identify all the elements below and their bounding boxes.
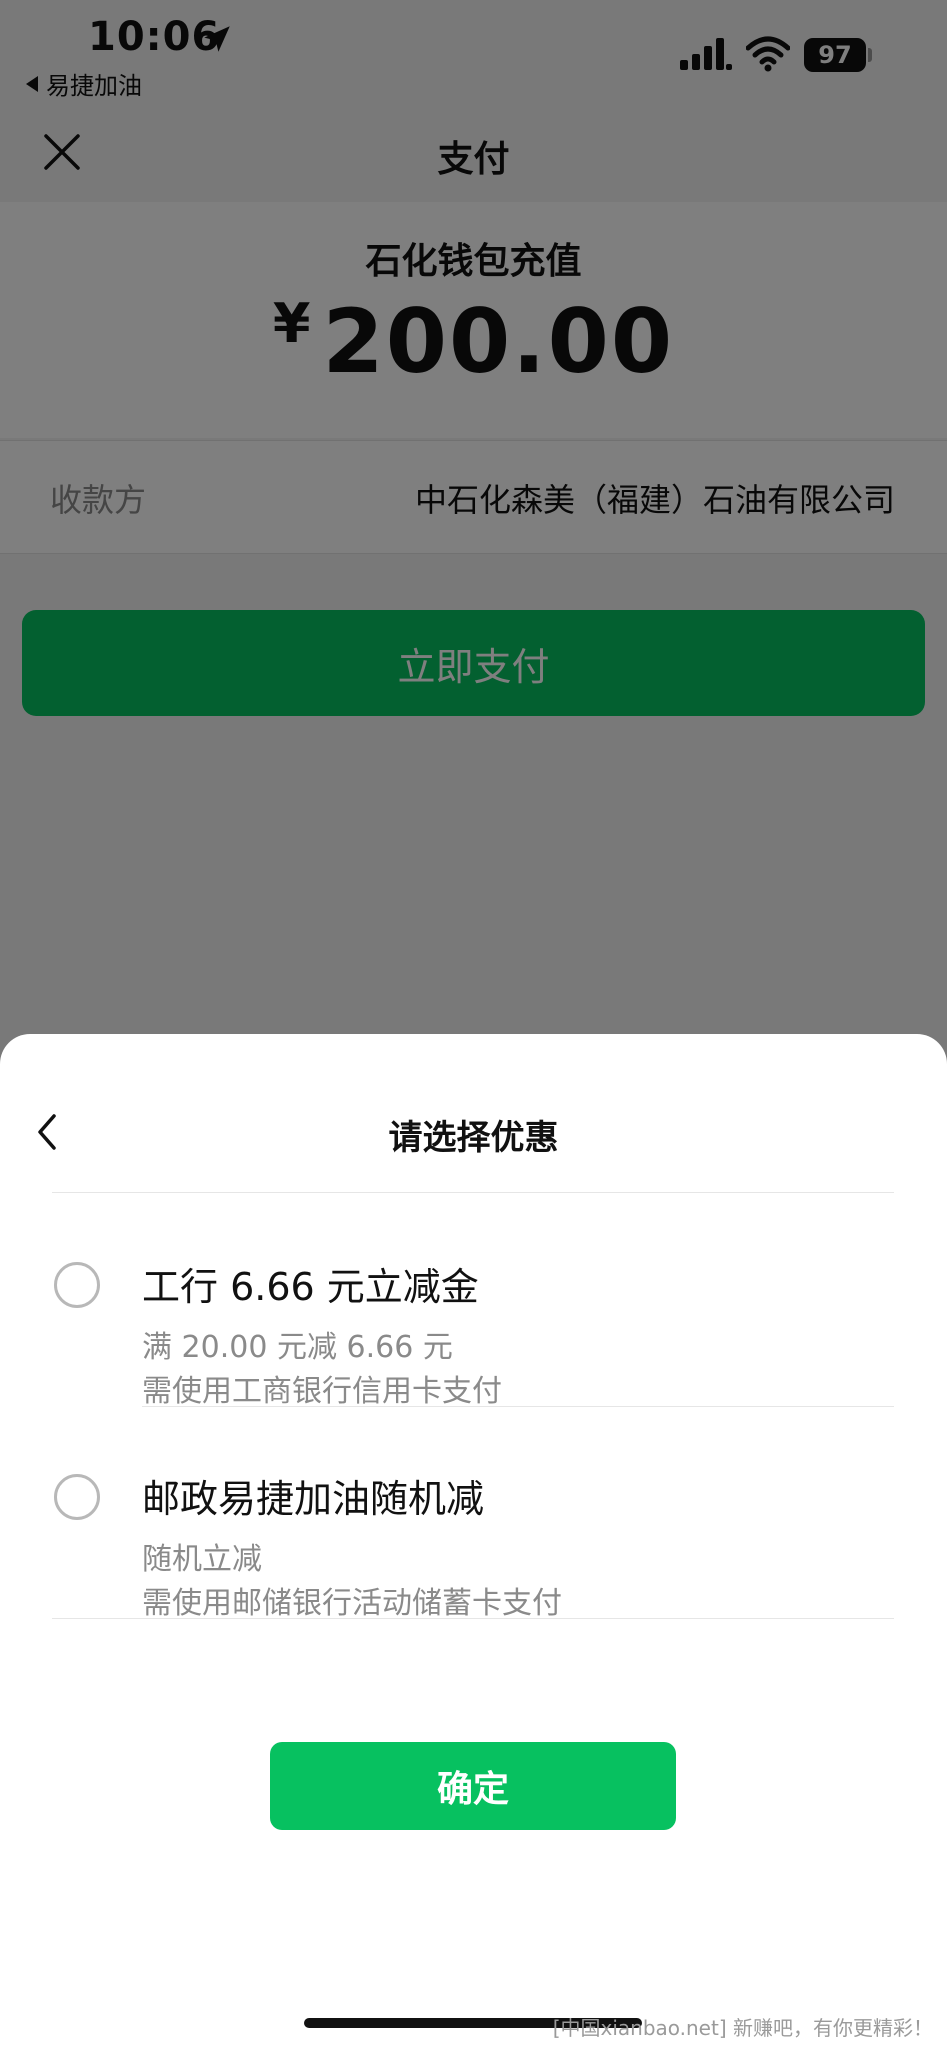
sheet-title: 请选择优惠 bbox=[388, 1118, 559, 1158]
watermark-text: [中国xianbao.net] 新赚吧，有你更精彩！ bbox=[552, 2016, 933, 2040]
divider bbox=[52, 1618, 894, 1619]
option-title: 工行 6.66 元立减金 bbox=[142, 1265, 479, 1309]
option-condition: 随机立减 bbox=[142, 1542, 262, 1577]
discount-option-psbc[interactable]: 邮政易捷加油随机减 随机立减 需使用邮储银行活动储蓄卡支付 bbox=[0, 1408, 947, 1621]
option-requirement: 需使用邮储银行活动储蓄卡支付 bbox=[142, 1586, 562, 1621]
option-requirement: 需使用工商银行信用卡支付 bbox=[142, 1374, 502, 1409]
option-title: 邮政易捷加油随机减 bbox=[142, 1477, 485, 1521]
radio-button[interactable] bbox=[54, 1474, 100, 1520]
discount-option-icbc[interactable]: 工行 6.66 元立减金 满 20.00 元减 6.66 元 需使用工商银行信用… bbox=[0, 1194, 947, 1409]
divider bbox=[52, 1192, 894, 1193]
radio-button[interactable] bbox=[54, 1262, 100, 1308]
option-condition: 满 20.00 元减 6.66 元 bbox=[142, 1330, 453, 1365]
confirm-button[interactable]: 确定 bbox=[270, 1742, 676, 1830]
divider bbox=[142, 1406, 894, 1407]
discount-sheet: 请选择优惠 工行 6.66 元立减金 满 20.00 元减 6.66 元 需使用… bbox=[0, 1034, 947, 2048]
